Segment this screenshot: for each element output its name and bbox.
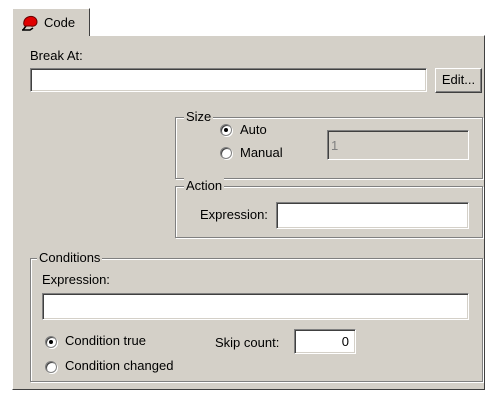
size-value-input[interactable] [327, 130, 469, 160]
condition-true-radio[interactable] [45, 336, 57, 348]
size-group-title: Size [184, 109, 214, 124]
condition-changed-label: Condition changed [65, 358, 174, 373]
size-auto-label: Auto [240, 122, 267, 137]
tab-code[interactable]: Code [12, 8, 90, 36]
condition-changed-radio[interactable] [45, 361, 57, 373]
conditions-expression-input[interactable] [42, 293, 469, 320]
size-manual-radio[interactable] [220, 147, 232, 159]
tab-label: Code [44, 15, 76, 30]
edit-button-label: Edit... [441, 72, 476, 87]
size-manual-label: Manual [240, 145, 283, 160]
condition-true-label: Condition true [65, 333, 146, 348]
break-at-label: Break At: [30, 48, 83, 63]
breakpoint-icon [20, 14, 40, 32]
skip-count-input[interactable] [294, 329, 356, 354]
size-auto-radio[interactable] [220, 124, 232, 136]
break-at-input[interactable] [30, 68, 427, 92]
conditions-expression-label: Expression: [42, 272, 110, 287]
skip-count-label: Skip count: [215, 335, 280, 350]
action-group-title: Action [184, 178, 225, 193]
action-expression-input[interactable] [276, 202, 469, 229]
action-expression-label: Expression: [200, 207, 268, 222]
conditions-group-title: Conditions [37, 250, 103, 265]
edit-button[interactable]: Edit... [435, 68, 482, 93]
